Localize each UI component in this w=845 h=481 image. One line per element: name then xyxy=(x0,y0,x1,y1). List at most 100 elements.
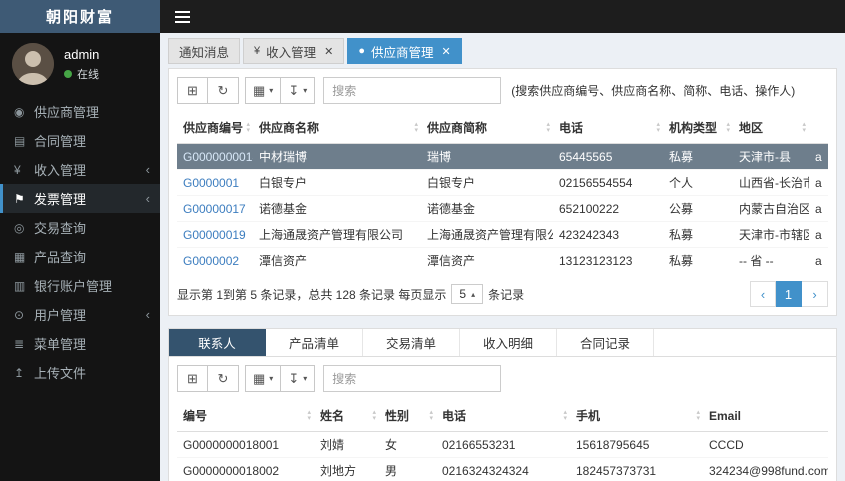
supplier-table: 供应商编号 ▴ ▾ 供应商名称 ▴ ▾ 供应商简称 ▴ ▾ 电话 ▴ ▾ 机构类型 ▴ ▾ 地区 ▴ ▾ G0000… xyxy=(177,112,828,273)
refresh-button[interactable]: ↻ xyxy=(208,365,239,392)
row-id-link[interactable]: G0000002 xyxy=(183,254,239,268)
column-header[interactable]: 地区 ▴ ▾ xyxy=(733,112,809,144)
column-header[interactable]: 编号 ▴ ▾ xyxy=(177,400,314,432)
column-label: 性别 xyxy=(385,409,410,423)
columns-button[interactable]: ▦ ▾ xyxy=(245,77,282,104)
cell: 个人 xyxy=(663,169,733,196)
cell: 诺德基金 xyxy=(421,195,553,222)
sort-down-icon: ▾ xyxy=(372,414,376,422)
sort-icon[interactable]: ▴ ▾ xyxy=(802,121,806,134)
search-input[interactable] xyxy=(323,365,502,392)
detail-tab-contracts[interactable]: 合同记录 xyxy=(557,329,654,356)
column-header[interactable]: 电话 ▴ ▾ xyxy=(553,112,663,144)
column-header[interactable]: 手机 ▴ ▾ xyxy=(570,400,703,432)
cell: 白银专户 xyxy=(421,169,553,196)
row-id-link[interactable]: G00000017 xyxy=(183,202,246,216)
search-input[interactable] xyxy=(323,77,502,104)
prev-page-button[interactable]: ‹ xyxy=(750,281,776,307)
column-label: 姓名 xyxy=(320,409,345,423)
column-header[interactable]: 供应商简称 ▴ ▾ xyxy=(421,112,553,144)
column-label: 机构类型 xyxy=(669,121,718,135)
column-header[interactable]: 电话 ▴ ▾ xyxy=(436,400,570,432)
column-header[interactable]: Email▴▾ xyxy=(703,400,828,432)
close-icon[interactable]: ✕ xyxy=(324,45,333,58)
sidebar-item-trade-query[interactable]: ◎ 交易查询 xyxy=(0,213,160,242)
caret-down-icon: ▾ xyxy=(303,86,308,95)
sort-icon[interactable]: ▴ ▾ xyxy=(414,121,418,134)
user-info: admin 在线 xyxy=(64,47,99,82)
sidebar-item-menu[interactable]: ≣ 菜单管理 xyxy=(0,329,160,358)
sort-icon[interactable]: ▴ ▾ xyxy=(563,409,567,422)
sort-icon[interactable]: ▴ ▾ xyxy=(429,409,433,422)
user-status-label: 在线 xyxy=(77,68,99,81)
page-size-select[interactable]: 5 ▴ xyxy=(451,284,484,304)
sort-icon[interactable]: ▴ ▾ xyxy=(726,121,730,134)
row-id-link[interactable]: G0000001 xyxy=(183,176,239,190)
detail-tab-products[interactable]: 产品清单 xyxy=(266,329,363,356)
cell: G0000000018001 xyxy=(177,431,314,458)
column-header[interactable]: 供应商名称 ▴ ▾ xyxy=(253,112,421,144)
table-row[interactable]: G0000001 白银专户 白银专户 02156554554 个人 山西省-长治市 a xyxy=(177,169,828,196)
user-status[interactable]: 在线 xyxy=(64,66,99,82)
cell: 65445565 xyxy=(553,143,663,170)
tab-notice[interactable]: 通知消息 xyxy=(168,38,241,64)
user-panel: admin 在线 xyxy=(0,33,160,97)
sidebar-item-income[interactable]: ¥ 收入管理 ‹ xyxy=(0,155,160,184)
table-row[interactable]: G0000002 潭信资产 潭信资产 13123123123 私募 -- 省 -- a xyxy=(177,247,828,273)
sidebar-item-contract[interactable]: ▤ 合同管理 xyxy=(0,126,160,155)
row-id-link[interactable]: G0000000018 xyxy=(183,150,253,164)
page-1-button[interactable]: 1 xyxy=(776,281,802,307)
detail-tab-trades[interactable]: 交易清单 xyxy=(363,329,460,356)
sidebar-item-bank-account[interactable]: ▥ 银行账户管理 xyxy=(0,271,160,300)
next-page-button[interactable]: › xyxy=(802,281,828,307)
sort-icon[interactable]: ▴ ▾ xyxy=(246,121,250,134)
sidebar-menu: ◉ 供应商管理 ▤ 合同管理 ¥ 收入管理 ‹ ⚑ 发票管理 ‹ ◎ 交易查询 ▦ 产品查询 ▥ 银行账户管理… xyxy=(0,97,160,387)
cell: G00000017 xyxy=(177,195,253,222)
sidebar-item-product-query[interactable]: ▦ 产品查询 xyxy=(0,242,160,271)
sidebar-item-label: 银行账户管理 xyxy=(34,279,113,294)
cell: a xyxy=(809,247,828,273)
cell: G0000000018 xyxy=(177,143,253,170)
chevron-left-icon: ‹ xyxy=(145,307,150,322)
toolbar-button-group: ▦ ▾ ↧ ▾ xyxy=(245,77,316,104)
table-row[interactable]: G0000000018 中材瑞博 瑞博 65445565 私募 天津市-县 a xyxy=(177,143,828,170)
detail-tab-contacts[interactable]: 联系人 xyxy=(169,329,266,356)
column-header[interactable]: 姓名 ▴ ▾ xyxy=(314,400,379,432)
table-row[interactable]: G0000000018001 刘婧女 02166553231 15618795645 C… xyxy=(177,431,828,458)
refresh-button[interactable]: ↻ xyxy=(208,77,239,104)
brand-logo[interactable]: 朝阳财富 xyxy=(0,0,160,33)
sidebar-item-user[interactable]: ⊙ 用户管理 ‹ xyxy=(0,300,160,329)
sort-icon[interactable]: ▴ ▾ xyxy=(372,409,376,422)
tab-income[interactable]: ¥ 收入管理 ✕ xyxy=(243,38,345,64)
cell: 山西省-长治市 xyxy=(733,169,809,196)
sort-icon[interactable]: ▴ ▾ xyxy=(656,121,660,134)
table-row[interactable]: G00000019上海通晟资产管理有限公司上海通晟资产管理有限公司4232423… xyxy=(177,221,828,248)
sidebar-item-supplier[interactable]: ◉ 供应商管理 xyxy=(0,97,160,126)
tab-supplier[interactable]: ● 供应商管理 ✕ xyxy=(347,38,462,64)
sort-icon[interactable]: ▴ ▾ xyxy=(307,409,311,422)
export-button[interactable]: ↧ ▾ xyxy=(281,77,316,104)
table-row[interactable]: G0000000018002 刘地方男 0216324324324 182457373… xyxy=(177,457,828,481)
column-header[interactable]: 性别 ▴ ▾ xyxy=(379,400,436,432)
cell: 15618795645 xyxy=(570,431,703,458)
export-button[interactable]: ↧ ▾ xyxy=(281,365,316,392)
sort-icon[interactable]: ▴ ▾ xyxy=(696,409,700,422)
column-header[interactable]: 机构类型 ▴ ▾ xyxy=(663,112,733,144)
cell: G0000001 xyxy=(177,169,253,196)
sidebar-item-upload[interactable]: ↥ 上传文件 xyxy=(0,358,160,387)
refresh-icon: ↻ xyxy=(217,82,229,98)
table-row[interactable]: G00000017 诺德基金 诺德基金 652100222 公募 内蒙古自治区 a xyxy=(177,195,828,222)
row-id-link[interactable]: G00000019 xyxy=(183,228,246,242)
columns-button[interactable]: ▦ ▾ xyxy=(245,365,282,392)
cell: 上海通晟资产管理有限公司 xyxy=(421,221,553,248)
close-icon[interactable]: ✕ xyxy=(442,45,451,58)
sort-icon[interactable]: ▴ ▾ xyxy=(546,121,550,134)
toggle-button[interactable]: ⊞ xyxy=(177,365,208,392)
sidebar-item-invoice[interactable]: ⚑ 发票管理 ‹ xyxy=(0,184,160,213)
toggle-button[interactable]: ⊞ xyxy=(177,77,208,104)
detail-tab-income[interactable]: 收入明细 xyxy=(460,329,557,356)
chevron-left-icon: ‹ xyxy=(145,162,150,177)
column-header[interactable]: 供应商编号 ▴ ▾ xyxy=(177,112,253,144)
supplier-table-wrap: 供应商编号 ▴ ▾ 供应商名称 ▴ ▾ 供应商简称 ▴ ▾ 电话 ▴ ▾ 机构类型 ▴ ▾ 地区 ▴ ▾ G0000… xyxy=(177,112,828,273)
hamburger-icon[interactable] xyxy=(175,10,190,23)
